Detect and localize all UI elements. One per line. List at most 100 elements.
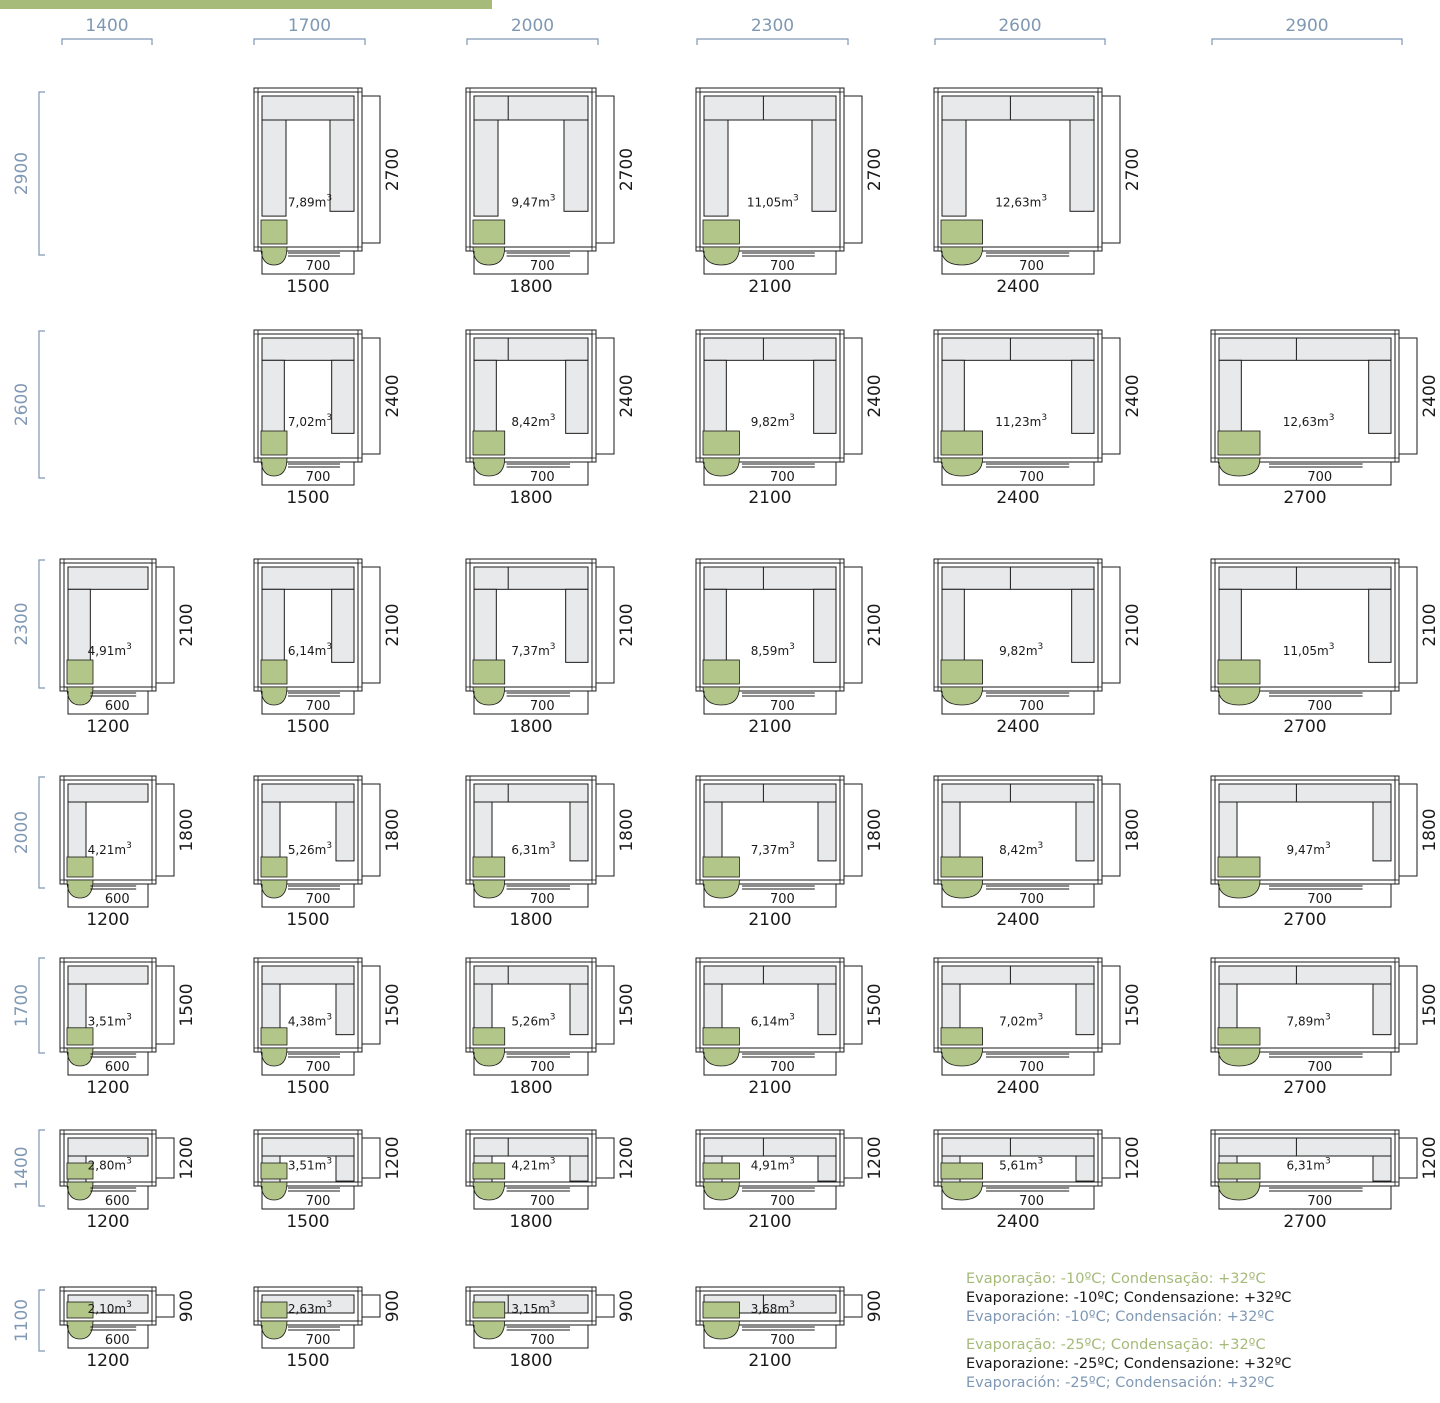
evaporator-unit — [702, 1162, 740, 1180]
inner-depth-label: 1500 — [617, 983, 637, 1026]
row-bracket — [38, 1289, 45, 1352]
room-volume-label: 12,63m3 — [995, 194, 1047, 210]
inner-depth-label: 1500 — [383, 983, 403, 1026]
door-width-label: 700 — [306, 1194, 331, 1209]
column-bracket — [253, 38, 366, 45]
row-depth-label: 1100 — [12, 1299, 32, 1342]
door-width-label: 700 — [306, 470, 331, 485]
corner-post — [465, 1181, 471, 1187]
corner-post — [59, 1047, 65, 1053]
corner-post — [151, 1129, 157, 1135]
inner-depth-label: 1800 — [1123, 808, 1143, 851]
evaporator-unit — [260, 1301, 288, 1319]
shelf-back — [261, 337, 355, 361]
inner-depth-label: 2700 — [1123, 148, 1143, 191]
evaporator-swing — [260, 1047, 288, 1067]
inner-depth-label: 900 — [177, 1290, 197, 1322]
evaporator-swing — [260, 246, 288, 266]
shelf-back — [473, 1137, 589, 1157]
corner-post — [695, 775, 701, 781]
cold-room-cell: 700 9,47m3 1800 2700 — [465, 87, 637, 297]
corner-post — [357, 1286, 363, 1292]
inner-depth-label: 2100 — [617, 603, 637, 646]
shelf-right — [1368, 359, 1392, 434]
door-width-label: 700 — [306, 1333, 331, 1348]
corner-post — [1394, 775, 1400, 781]
room-volume-label: 7,37m3 — [751, 841, 795, 857]
depth-dimension-line — [156, 1294, 175, 1318]
inner-width-label: 2400 — [996, 277, 1039, 297]
shelf-right — [1071, 588, 1095, 663]
shelf-left — [1218, 801, 1238, 865]
shelf-right — [329, 119, 355, 212]
corner-post — [839, 1181, 845, 1187]
inner-width-label: 2400 — [996, 488, 1039, 508]
corner-post — [1394, 329, 1400, 335]
evaporator-swing — [472, 1047, 506, 1067]
inner-width-label: 2100 — [748, 910, 791, 930]
door-width-label: 700 — [306, 892, 331, 907]
inner-depth-label: 1200 — [1420, 1136, 1440, 1179]
corner-post — [1394, 1181, 1400, 1187]
corner-post — [591, 879, 597, 885]
door-width-label: 700 — [1019, 1060, 1044, 1075]
corner-post — [151, 957, 157, 963]
shelf-right — [811, 119, 837, 212]
corner-post — [59, 1181, 65, 1187]
evaporator-unit — [472, 659, 506, 685]
corner-post — [465, 329, 471, 335]
evaporator-unit — [472, 430, 506, 456]
cold-room-cell: 600 4,21m3 1200 1800 — [59, 775, 197, 930]
corner-post — [59, 775, 65, 781]
corner-post — [1097, 457, 1103, 463]
evaporator-swing — [702, 246, 740, 266]
shelf-back — [473, 965, 589, 985]
inner-width-label: 1200 — [86, 910, 129, 930]
inner-width-label: 1500 — [286, 1078, 329, 1098]
column-bracket — [934, 38, 1106, 45]
evaporator-swing — [702, 1047, 740, 1067]
corner-post — [151, 1047, 157, 1053]
inner-depth-label: 2400 — [617, 374, 637, 417]
corner-post — [357, 1320, 363, 1326]
depth-dimension-line — [1102, 783, 1121, 877]
corner-post — [695, 1047, 701, 1053]
door-width-label: 600 — [105, 892, 130, 907]
depth-dimension-line — [156, 1137, 175, 1179]
cold-room-cell: 700 8,42m3 1800 2400 — [465, 329, 637, 508]
inner-width-label: 1800 — [509, 488, 552, 508]
shelf-right — [1075, 983, 1095, 1036]
legend-line-it-25: Evaporazione: -25ºC; Condensazione: +32º… — [966, 1356, 1292, 1372]
corner-post — [253, 1129, 259, 1135]
room-volume-label: 2,10m3 — [88, 1300, 132, 1316]
corner-post — [591, 686, 597, 692]
column-width-label: 2300 — [751, 16, 794, 36]
legend-line-pt-25: Evaporação: -25ºC; Condensação: +32ºC — [966, 1337, 1266, 1353]
cold-room-cell: 700 11,05m3 2100 2700 — [695, 87, 885, 297]
cold-room-layout-grid: 1400 1700 2000 2300 2600 2900 2900 2600 2300 2000… — [0, 0, 1440, 1403]
shelf-right — [1069, 119, 1095, 212]
cold-room-cell: 700 3,15m3 1800 900 — [465, 1286, 637, 1371]
corner-post — [357, 87, 363, 93]
corner-post — [59, 957, 65, 963]
corner-post — [1394, 879, 1400, 885]
inner-depth-label: 2700 — [383, 148, 403, 191]
room-volume-label: 6,31m3 — [511, 841, 555, 857]
shelf-left — [1218, 359, 1242, 438]
shelf-back — [261, 566, 355, 590]
shelf-back — [941, 337, 1095, 361]
cold-room-cell: 700 4,21m3 1800 1200 — [465, 1129, 637, 1232]
corner-post — [253, 1320, 259, 1326]
corner-post — [591, 1047, 597, 1053]
corner-post — [591, 1320, 597, 1326]
corner-post — [1210, 957, 1216, 963]
door-width-label: 600 — [105, 1194, 130, 1209]
shelf-left — [473, 359, 497, 438]
shelf-back — [941, 965, 1095, 985]
depth-dimension-line — [362, 965, 381, 1045]
corner-post — [591, 246, 597, 252]
door-width-label: 700 — [530, 259, 555, 274]
evaporator-unit — [260, 659, 288, 685]
corner-post — [59, 1320, 65, 1326]
evaporator-swing — [472, 1320, 506, 1340]
